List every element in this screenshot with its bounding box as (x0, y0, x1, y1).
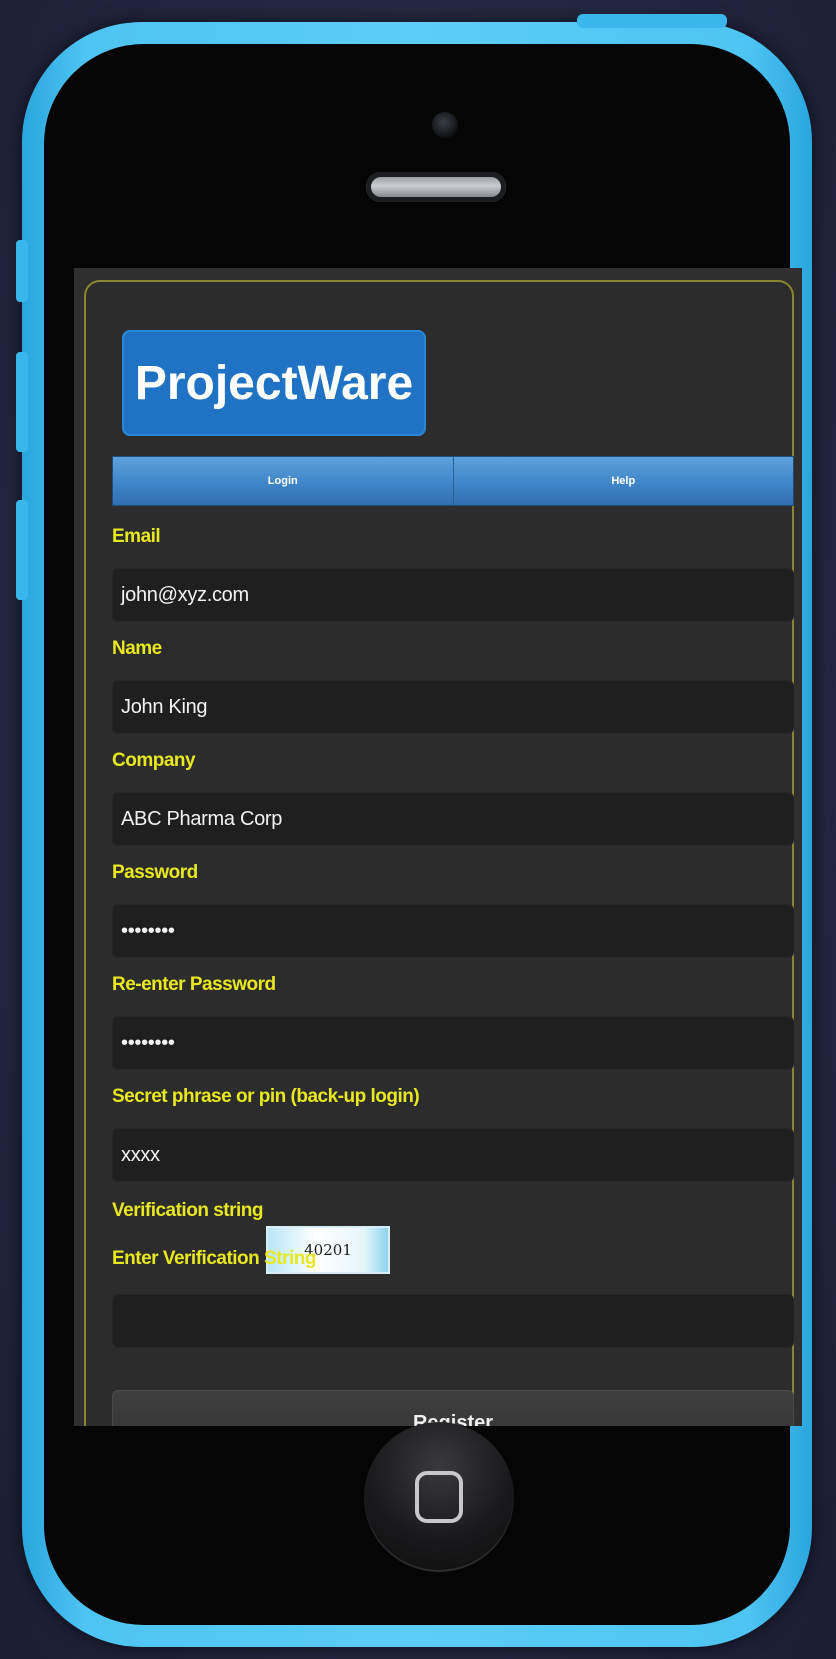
mute-switch (16, 240, 28, 302)
earpiece-speaker-icon (366, 172, 506, 202)
enter-verification-label: Enter Verification String (112, 1248, 316, 1269)
registration-panel: ProjectWare Login Help Email john@xyz.co… (84, 280, 794, 1426)
phone-screen: ProjectWare Login Help Email john@xyz.co… (74, 268, 802, 1426)
projectware-logo: ProjectWare (122, 330, 426, 436)
home-square-icon (415, 1471, 463, 1523)
email-label: Email (112, 526, 161, 547)
name-field[interactable]: John King (112, 680, 794, 734)
volume-up-button (16, 352, 28, 452)
secret-phrase-field[interactable]: xxxx (112, 1128, 794, 1182)
company-field[interactable]: ABC Pharma Corp (112, 792, 794, 846)
register-button[interactable]: Register (112, 1390, 794, 1426)
front-camera-icon (432, 112, 458, 138)
home-button-icon[interactable] (364, 1422, 514, 1572)
power-button (577, 14, 727, 28)
phone-device: ProjectWare Login Help Email john@xyz.co… (16, 14, 812, 1647)
email-field[interactable]: john@xyz.com (112, 568, 794, 622)
nav-login-button[interactable]: Login (113, 457, 454, 505)
secret-phrase-label: Secret phrase or pin (back-up login) (112, 1086, 420, 1107)
reenter-password-field[interactable]: •••••••• (112, 1016, 794, 1070)
name-label: Name (112, 638, 162, 659)
password-label: Password (112, 862, 198, 883)
password-field[interactable]: •••••••• (112, 904, 794, 958)
company-label: Company (112, 750, 196, 771)
nav-bar: Login Help (112, 456, 794, 506)
volume-down-button (16, 500, 28, 600)
nav-help-button[interactable]: Help (453, 457, 793, 505)
phone-bezel: ProjectWare Login Help Email john@xyz.co… (44, 44, 802, 1625)
reenter-password-label: Re-enter Password (112, 974, 276, 995)
verification-input[interactable] (112, 1294, 794, 1348)
verification-string-label: Verification string (112, 1200, 263, 1221)
